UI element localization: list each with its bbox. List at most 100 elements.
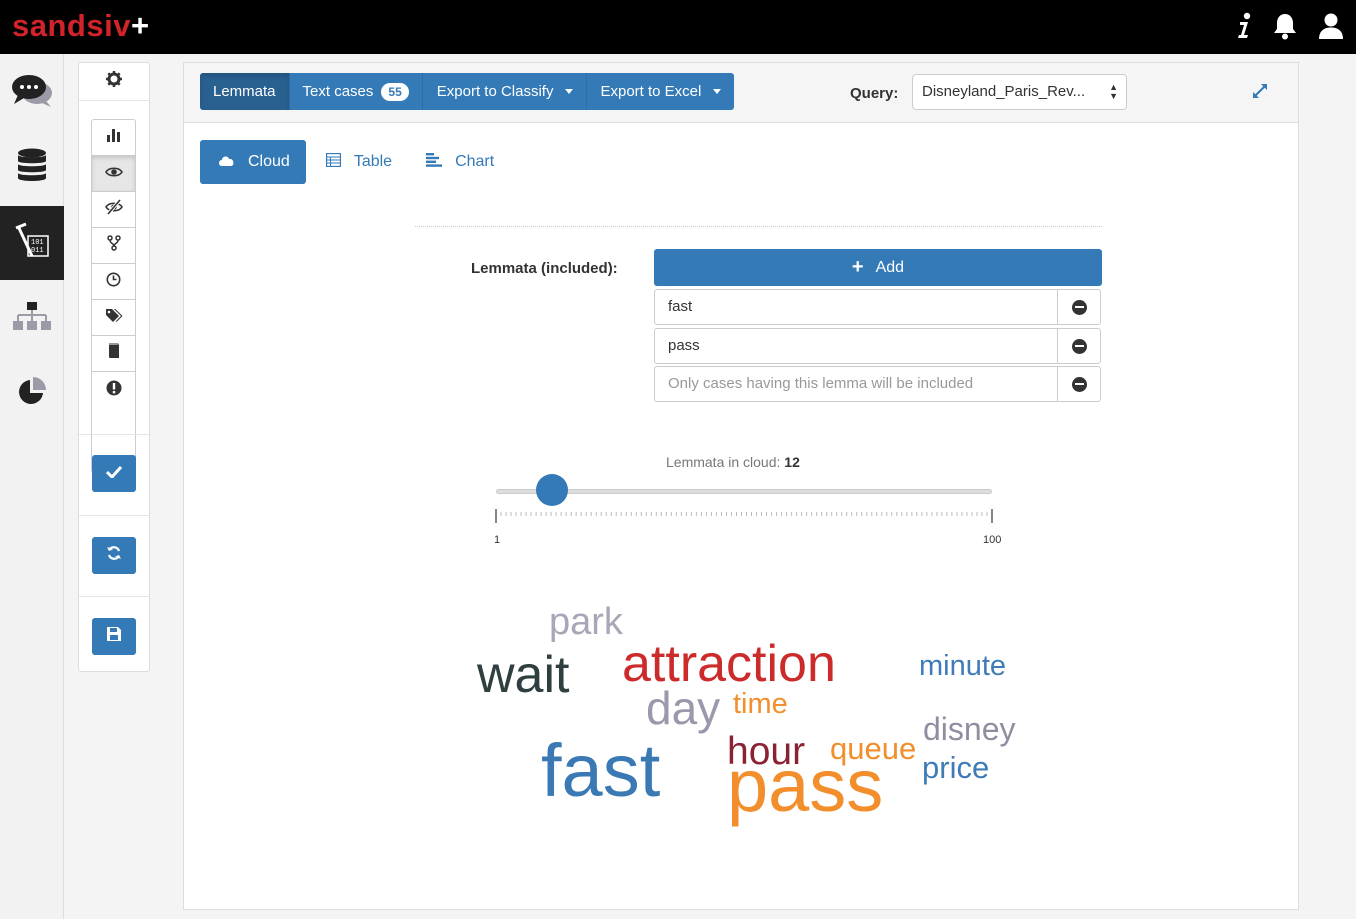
tab-chart[interactable]: Chart: [409, 140, 511, 184]
refresh-button[interactable]: [92, 537, 136, 574]
save-icon: [107, 627, 121, 646]
separator: [79, 515, 149, 516]
lemma-row: fast: [654, 289, 1101, 325]
cloud-word[interactable]: fast: [541, 734, 660, 808]
minus-circle-icon: [1071, 299, 1087, 315]
text-cases-count-badge: 55: [381, 82, 409, 101]
query-label: Query:: [850, 85, 899, 102]
slider-min-label: 1: [494, 534, 501, 546]
remove-lemma-button[interactable]: [1058, 367, 1100, 401]
caret-down-icon: [713, 89, 722, 94]
separator: [79, 434, 149, 435]
tab-lemmata-label: Lemmata: [213, 83, 276, 100]
cloud-word[interactable]: price: [922, 752, 989, 783]
tab-lemmata[interactable]: Lemmata: [200, 73, 290, 110]
refresh-icon: [106, 545, 122, 566]
info-icon[interactable]: [1234, 12, 1256, 40]
branch-icon: [106, 235, 121, 256]
export-to-classify-dropdown[interactable]: Export to Classify: [422, 73, 588, 110]
expand-icon[interactable]: [1252, 83, 1268, 104]
nav-database[interactable]: [0, 130, 64, 204]
remove-lemma-button[interactable]: [1058, 329, 1100, 363]
user-icon[interactable]: [1318, 12, 1344, 40]
tab-cloud-label: Cloud: [248, 153, 290, 170]
query-select[interactable]: Disneyland_Paris_Rev... ▲ ▼: [912, 74, 1127, 110]
slider-max-label: 100: [983, 534, 1002, 546]
cloud-word[interactable]: park: [549, 603, 623, 641]
tool-alerts[interactable]: [92, 372, 135, 408]
slider-value: 12: [784, 454, 800, 470]
tool-visible[interactable]: [92, 156, 135, 192]
cloud-word[interactable]: time: [733, 690, 788, 719]
export-to-excel-dropdown[interactable]: Export to Excel: [587, 73, 735, 110]
tab-table[interactable]: Table: [306, 140, 409, 184]
minus-circle-icon: [1071, 338, 1087, 354]
database-icon: [17, 148, 47, 187]
nav-reports[interactable]: [0, 356, 64, 430]
tool-history[interactable]: [92, 264, 135, 300]
tab-table-label: Table: [353, 153, 393, 170]
tab-text-cases[interactable]: Text cases 55: [289, 73, 423, 110]
header-button-group: Lemmata Text cases 55 Export to Classify…: [200, 73, 735, 110]
main-panel: Lemmata Text cases 55 Export to Classify…: [183, 62, 1299, 910]
caret-down-icon: [565, 89, 574, 94]
svg-text:101: 101: [31, 239, 44, 247]
lemma-input[interactable]: fast: [655, 290, 1058, 324]
nav-hierarchy[interactable]: [0, 282, 64, 356]
tool-hidden[interactable]: [92, 192, 135, 228]
lemmata-slider-track[interactable]: [496, 489, 992, 494]
sitemap-icon: [12, 301, 52, 337]
export-to-excel-label: Export to Excel: [600, 83, 702, 100]
tab-text-cases-label: Text cases: [302, 83, 374, 100]
save-button[interactable]: [92, 618, 136, 655]
add-lemma-label: Add: [875, 258, 905, 276]
apply-button[interactable]: [92, 455, 136, 492]
eye-slash-icon: [104, 198, 123, 220]
nav-comments[interactable]: [0, 56, 64, 130]
cloud-word[interactable]: wait: [477, 649, 569, 701]
cloud-word[interactable]: day: [646, 685, 720, 731]
tool-branch[interactable]: [92, 228, 135, 264]
tab-chart-label: Chart: [455, 153, 495, 170]
eye-icon: [104, 165, 123, 183]
separator: [79, 596, 149, 597]
lemmata-slider-handle[interactable]: [536, 474, 568, 506]
bar-chart-icon: [106, 128, 122, 147]
tool-list: [91, 119, 136, 473]
bell-icon[interactable]: [1272, 12, 1298, 40]
cloud-word[interactable]: minute: [919, 652, 1006, 681]
remove-lemma-button[interactable]: [1058, 290, 1100, 324]
comments-icon: [10, 73, 54, 114]
view-tabs: Cloud Table Chart: [200, 140, 511, 184]
lemma-input[interactable]: pass: [655, 329, 1058, 363]
tool-book[interactable]: [92, 336, 135, 372]
pie-chart-icon: [17, 376, 47, 411]
brand-logo[interactable]: sandsiv+: [12, 8, 150, 44]
left-navigation: 101 011: [0, 54, 64, 919]
slider-label-text: Lemmata in cloud:: [666, 454, 781, 470]
select-arrows-icon: ▲ ▼: [1109, 82, 1118, 101]
minus-circle-icon: [1071, 376, 1087, 392]
check-icon: [105, 465, 123, 483]
tab-cloud[interactable]: Cloud: [200, 140, 306, 184]
lemma-row: pass: [654, 328, 1101, 364]
cloud-word[interactable]: pass: [727, 749, 883, 823]
panel-header: Lemmata Text cases 55 Export to Classify…: [184, 63, 1298, 123]
slider-ticks: [495, 509, 993, 523]
tags-icon: [105, 308, 123, 328]
brand-plus: +: [130, 8, 150, 43]
add-lemma-button[interactable]: + Add: [654, 249, 1102, 286]
settings-button[interactable]: [79, 63, 149, 101]
new-lemma-input[interactable]: Only cases having this lemma will be inc…: [655, 367, 1058, 401]
divider: [415, 226, 1102, 227]
cloud-word[interactable]: disney: [923, 713, 1016, 745]
tool-column: [78, 62, 150, 672]
svg-text:011: 011: [31, 247, 44, 255]
tool-tags[interactable]: [92, 300, 135, 336]
nav-text-analytics[interactable]: 101 011: [0, 206, 64, 280]
slider-label: Lemmata in cloud: 12: [666, 454, 800, 470]
export-to-classify-label: Export to Classify: [436, 83, 554, 100]
chart-icon: [426, 152, 455, 172]
lemma-row: Only cases having this lemma will be inc…: [654, 366, 1101, 402]
tool-bar-chart[interactable]: [92, 120, 135, 156]
